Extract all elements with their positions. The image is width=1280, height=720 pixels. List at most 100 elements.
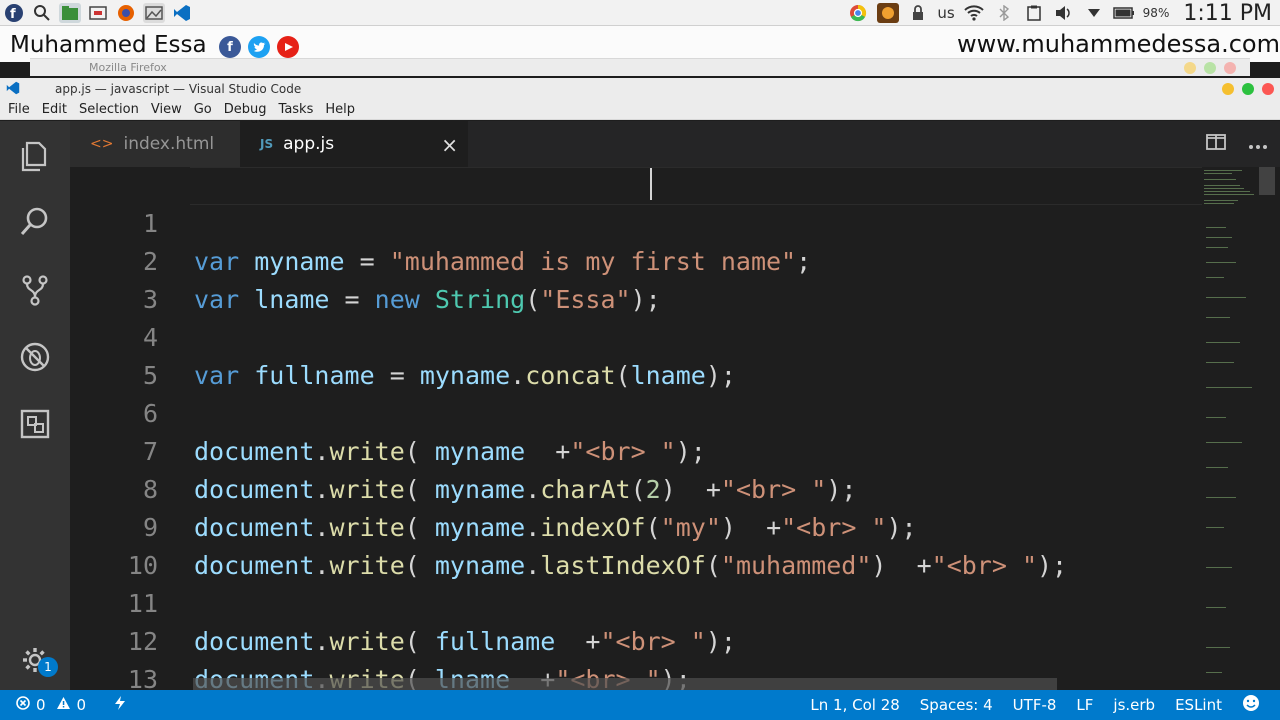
youtube-icon <box>277 36 299 58</box>
explorer-button[interactable] <box>0 125 70 187</box>
svg-text:f: f <box>10 7 16 22</box>
search-icon[interactable] <box>31 3 53 23</box>
window-icon[interactable] <box>87 3 109 23</box>
error-count[interactable]: 0 <box>36 696 46 714</box>
text-cursor <box>650 168 652 200</box>
keyboard-layout[interactable]: us <box>937 4 954 22</box>
menu-edit[interactable]: Edit <box>42 102 67 117</box>
code-line[interactable]: 6 document.write( myname +"<br> "); <box>70 357 1200 466</box>
editor-tabs: <> index.html JS app.js × <box>70 121 1280 167</box>
js-file-icon: JS <box>260 137 274 151</box>
files-app-icon[interactable] <box>59 2 81 23</box>
code-line[interactable]: 3 <box>70 243 1200 314</box>
firefox-title: Mozilla Firefox <box>89 61 167 74</box>
menu-dropdown-icon[interactable] <box>1083 3 1105 23</box>
extensions-icon <box>20 409 50 439</box>
menu-tasks[interactable]: Tasks <box>279 102 314 117</box>
status-bar: 0 0 Ln 1, Col 28 Spaces: 4 UTF-8 LF js.e… <box>0 690 1280 720</box>
code-line[interactable]: 9 document.write( myname.lastIndexOf("mu… <box>70 471 1200 580</box>
author-name: Muhammed Essa <box>10 32 207 58</box>
html-file-icon: <> <box>90 136 114 152</box>
maximize-button[interactable] <box>1242 83 1254 95</box>
language-mode[interactable]: js.erb <box>1113 696 1155 714</box>
code-line[interactable]: 7 document.write( myname.charAt(2) +"<br… <box>70 395 1200 504</box>
vertical-scrollbar[interactable] <box>1259 167 1275 195</box>
firefox-maximize-button[interactable] <box>1204 62 1216 74</box>
wifi-icon[interactable] <box>963 3 985 23</box>
battery-icon[interactable] <box>1112 3 1135 23</box>
menu-debug[interactable]: Debug <box>224 102 267 117</box>
eslint-status[interactable]: ESLint <box>1175 696 1222 714</box>
more-actions-icon[interactable] <box>1248 135 1268 154</box>
firefox-close-button[interactable] <box>1224 62 1236 74</box>
menu-view[interactable]: View <box>151 102 182 117</box>
file-encoding[interactable]: UTF-8 <box>1013 696 1057 714</box>
vscode-icon <box>6 81 20 95</box>
bluetooth-icon[interactable] <box>993 3 1015 23</box>
facebook-icon: f <box>219 36 241 58</box>
feedback-smiley-icon[interactable] <box>1242 694 1260 716</box>
tab-index-html[interactable]: <> index.html <box>70 121 240 167</box>
search-view-button[interactable] <box>0 191 70 253</box>
menu-go[interactable]: Go <box>194 102 212 117</box>
end-of-line[interactable]: LF <box>1076 696 1093 714</box>
vscode-launcher-icon[interactable] <box>171 3 193 23</box>
code-line[interactable]: 12 document.write( lname +"<br> "); <box>70 585 1200 690</box>
split-editor-icon[interactable] <box>1206 134 1226 154</box>
clipboard-icon[interactable] <box>1023 3 1045 23</box>
firefox-minimize-button[interactable] <box>1184 62 1196 74</box>
error-icon[interactable] <box>16 696 30 714</box>
code-line[interactable]: 1 var myname = "muhammed is my first nam… <box>70 167 1200 276</box>
menu-file[interactable]: File <box>8 102 30 117</box>
code-editor[interactable]: 1 var myname = "muhammed is my first nam… <box>70 167 1280 690</box>
warning-count[interactable]: 0 <box>77 696 87 714</box>
social-icons: f <box>219 36 299 58</box>
code-line[interactable]: 4 var fullname = myname.concat(lname); <box>70 281 1200 390</box>
window-title: app.js — javascript — Visual Studio Code <box>55 82 302 96</box>
code-line[interactable]: 8 document.write( myname.indexOf("my") +… <box>70 433 1200 542</box>
tab-label: index.html <box>123 134 215 154</box>
watermark-bar: Muhammed Essa f www.muhammedessa.com <box>0 26 1280 62</box>
horizontal-scrollbar[interactable] <box>193 678 1057 690</box>
menu-help[interactable]: Help <box>325 102 355 117</box>
lock-icon[interactable] <box>907 3 929 23</box>
close-button[interactable] <box>1262 83 1274 95</box>
code-line[interactable]: 5 <box>70 319 1200 390</box>
source-control-button[interactable] <box>0 259 70 321</box>
menu-selection[interactable]: Selection <box>79 102 139 117</box>
code-line[interactable]: 11 document.write( fullname +"<br> "); <box>70 547 1200 656</box>
app-tray-icon[interactable] <box>877 3 900 23</box>
indentation[interactable]: Spaces: 4 <box>920 696 993 714</box>
minimap[interactable] <box>1202 167 1280 690</box>
image-viewer-icon[interactable] <box>143 2 165 23</box>
close-tab-icon[interactable]: × <box>441 133 458 157</box>
debug-button[interactable] <box>0 326 70 388</box>
extensions-button[interactable] <box>0 393 70 455</box>
firefox-icon[interactable] <box>115 3 137 23</box>
debug-icon <box>20 342 50 372</box>
lightning-icon[interactable] <box>114 696 126 714</box>
firefox-window-strip: Mozilla Firefox <box>30 58 1250 76</box>
warning-icon[interactable] <box>56 696 71 714</box>
volume-icon[interactable] <box>1053 3 1075 23</box>
settings-badge: 1 <box>38 657 58 677</box>
activity-bar <box>0 121 70 690</box>
settings-button[interactable] <box>0 629 70 691</box>
battery-level: 98% <box>1142 6 1170 20</box>
author-url: www.muhammedessa.com <box>957 30 1280 58</box>
tab-label: app.js <box>283 134 335 154</box>
git-branch-icon <box>22 275 48 306</box>
clock[interactable]: 1:11 PM <box>1183 1 1272 26</box>
system-panel: f us 98% 1:11 PM <box>0 0 1280 26</box>
menu-bar: File Edit Selection View Go Debug Tasks … <box>0 100 1280 120</box>
twitter-icon <box>248 36 270 58</box>
code-line[interactable]: 13 <box>70 623 1200 690</box>
fedora-menu-icon[interactable]: f <box>3 3 25 23</box>
minimize-button[interactable] <box>1222 83 1234 95</box>
tab-app-js[interactable]: JS app.js × <box>240 121 468 167</box>
cursor-position[interactable]: Ln 1, Col 28 <box>810 696 899 714</box>
files-icon <box>21 141 47 172</box>
code-line[interactable]: 2 var lname = new String("Essa"); <box>70 205 1200 314</box>
code-line[interactable]: 10 <box>70 509 1200 580</box>
chrome-icon[interactable] <box>847 3 869 23</box>
